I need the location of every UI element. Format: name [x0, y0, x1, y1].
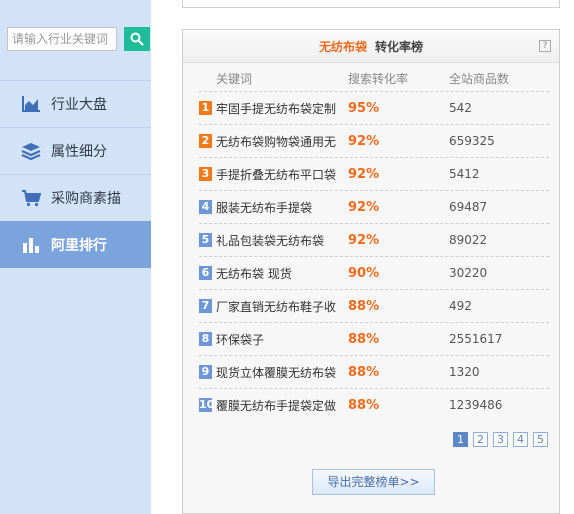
- keyword-link[interactable]: 环保袋子: [216, 331, 264, 348]
- page-4-button[interactable]: 4: [513, 432, 528, 447]
- product-count: 2551617: [449, 332, 503, 346]
- keyword-cell: 4 服装无纺布手提袋: [199, 199, 348, 216]
- sidebar-nav: 行业大盘 属性细分 采购商素描 阿里排行: [0, 80, 151, 268]
- help-icon[interactable]: ?: [539, 40, 551, 52]
- bar-chart-icon: [20, 235, 42, 255]
- conversion-ranking-panel: 无纺布袋 转化率榜 ? 关键词 搜索转化率 全站商品数 1 牢固手提无纺布袋定制 9…: [182, 29, 560, 514]
- keyword-link[interactable]: 覆膜无纺布手提袋定做: [216, 397, 336, 414]
- conversion-rate: 92%: [348, 166, 380, 182]
- page-3-button[interactable]: 3: [493, 432, 508, 447]
- product-count: 542: [449, 101, 472, 115]
- panel-title: 转化率榜: [375, 39, 424, 54]
- conversion-rate: 92%: [348, 232, 380, 248]
- column-header-count: 全站商品数: [449, 72, 510, 86]
- rank-badge: 7: [199, 299, 212, 313]
- keyword-link[interactable]: 服装无纺布手提袋: [216, 199, 312, 216]
- product-count: 30220: [449, 266, 488, 280]
- keyword-link[interactable]: 现货立体覆膜无纺布袋: [216, 364, 336, 381]
- table-row: 7 厂家直销无纺布鞋子收 88% 492: [199, 289, 549, 322]
- conversion-rate: 88%: [348, 331, 380, 347]
- rank-badge: 10: [199, 398, 215, 412]
- table-row: 9 现货立体覆膜无纺布袋 88% 1320: [199, 355, 549, 388]
- sidebar-item-ali-ranking[interactable]: 阿里排行: [0, 221, 151, 268]
- table-row: 2 无纺布袋购物袋通用无 92% 659325: [199, 124, 549, 157]
- keyword-cell: 10 覆膜无纺布手提袋定做: [199, 397, 348, 414]
- rank-badge: 2: [199, 134, 212, 148]
- rank-badge: 5: [199, 233, 212, 247]
- keyword-cell: 2 无纺布袋购物袋通用无: [199, 133, 348, 150]
- product-count: 492: [449, 299, 472, 313]
- panel-header: 无纺布袋 转化率榜 ?: [183, 30, 559, 63]
- column-header-keyword: 关键词: [216, 72, 253, 86]
- sidebar: 行业大盘 属性细分 采购商素描: [0, 0, 151, 514]
- sidebar-item-label: 行业大盘: [51, 97, 107, 113]
- sidebar-item-attribute-breakdown[interactable]: 属性细分: [0, 127, 151, 174]
- search-row: [7, 27, 150, 51]
- keyword-link[interactable]: 手提折叠无纺布平口袋: [216, 166, 336, 183]
- content-gap: [151, 0, 164, 514]
- product-count: 69487: [449, 200, 488, 214]
- search-button[interactable]: [124, 27, 150, 51]
- page-5-button[interactable]: 5: [533, 432, 548, 447]
- page-2-button[interactable]: 2: [473, 432, 488, 447]
- rank-badge: 6: [199, 266, 212, 280]
- conversion-rate: 88%: [348, 397, 380, 413]
- table-header: 关键词 搜索转化率 全站商品数: [199, 66, 549, 91]
- keyword-link[interactable]: 礼品包装袋无纺布袋: [216, 232, 324, 249]
- conversion-rate: 92%: [348, 133, 380, 149]
- panel-keyword: 无纺布袋: [318, 39, 367, 54]
- keyword-link[interactable]: 厂家直销无纺布鞋子收: [216, 298, 336, 315]
- product-count: 659325: [449, 134, 495, 148]
- conversion-rate: 88%: [348, 364, 380, 380]
- table-row: 8 环保袋子 88% 2551617: [199, 322, 549, 355]
- layers-icon: [20, 141, 42, 161]
- keyword-cell: 5 礼品包装袋无纺布袋: [199, 232, 348, 249]
- keyword-cell: 3 手提折叠无纺布平口袋: [199, 166, 348, 183]
- product-count: 1239486: [449, 398, 503, 412]
- table-row: 10 覆膜无纺布手提袋定做 88% 1239486: [199, 388, 549, 421]
- rank-badge: 9: [199, 365, 212, 379]
- rank-badge: 8: [199, 332, 212, 346]
- keyword-link[interactable]: 无纺布袋购物袋通用无: [216, 133, 336, 150]
- rank-badge: 3: [199, 167, 212, 181]
- sidebar-item-label: 采购商素描: [51, 191, 121, 207]
- sidebar-item-buyer-profile[interactable]: 采购商素描: [0, 174, 151, 221]
- ranking-table: 关键词 搜索转化率 全站商品数 1 牢固手提无纺布袋定制 95% 542 2 无纺布袋购物…: [199, 66, 549, 421]
- area-chart-icon: [20, 94, 42, 114]
- rank-badge: 4: [199, 200, 212, 214]
- rank-badge: 1: [199, 101, 212, 115]
- sidebar-item-label: 属性细分: [51, 144, 107, 160]
- product-count: 1320: [449, 365, 480, 379]
- table-row: 5 礼品包装袋无纺布袋 92% 89022: [199, 223, 549, 256]
- previous-panel-edge: [182, 0, 560, 8]
- page-1-button[interactable]: 1: [453, 432, 468, 447]
- keyword-cell: 1 牢固手提无纺布袋定制: [199, 100, 348, 117]
- export-full-list-button[interactable]: 导出完整榜单>>: [312, 469, 435, 495]
- sidebar-item-label: 阿里排行: [51, 238, 107, 254]
- search-icon: [130, 32, 144, 46]
- sidebar-item-industry-overview[interactable]: 行业大盘: [0, 80, 151, 127]
- conversion-rate: 92%: [348, 199, 380, 215]
- table-row: 1 牢固手提无纺布袋定制 95% 542: [199, 91, 549, 124]
- table-row: 6 无纺布袋 现货 90% 30220: [199, 256, 549, 289]
- keyword-cell: 6 无纺布袋 现货: [199, 265, 348, 282]
- product-count: 89022: [449, 233, 488, 247]
- conversion-rate: 88%: [348, 298, 380, 314]
- table-row: 3 手提折叠无纺布平口袋 92% 5412: [199, 157, 549, 190]
- keyword-cell: 7 厂家直销无纺布鞋子收: [199, 298, 348, 315]
- conversion-rate: 90%: [348, 265, 380, 281]
- product-count: 5412: [449, 167, 480, 181]
- search-input[interactable]: [7, 27, 117, 51]
- conversion-rate: 95%: [348, 100, 380, 116]
- table-row: 4 服装无纺布手提袋 92% 69487: [199, 190, 549, 223]
- keyword-link[interactable]: 无纺布袋 现货: [216, 265, 292, 282]
- column-header-rate: 搜索转化率: [348, 72, 409, 86]
- pagination: 12345: [448, 432, 548, 447]
- cart-icon: [20, 188, 42, 208]
- keyword-cell: 9 现货立体覆膜无纺布袋: [199, 364, 348, 381]
- keyword-link[interactable]: 牢固手提无纺布袋定制: [216, 100, 336, 117]
- keyword-cell: 8 环保袋子: [199, 331, 348, 348]
